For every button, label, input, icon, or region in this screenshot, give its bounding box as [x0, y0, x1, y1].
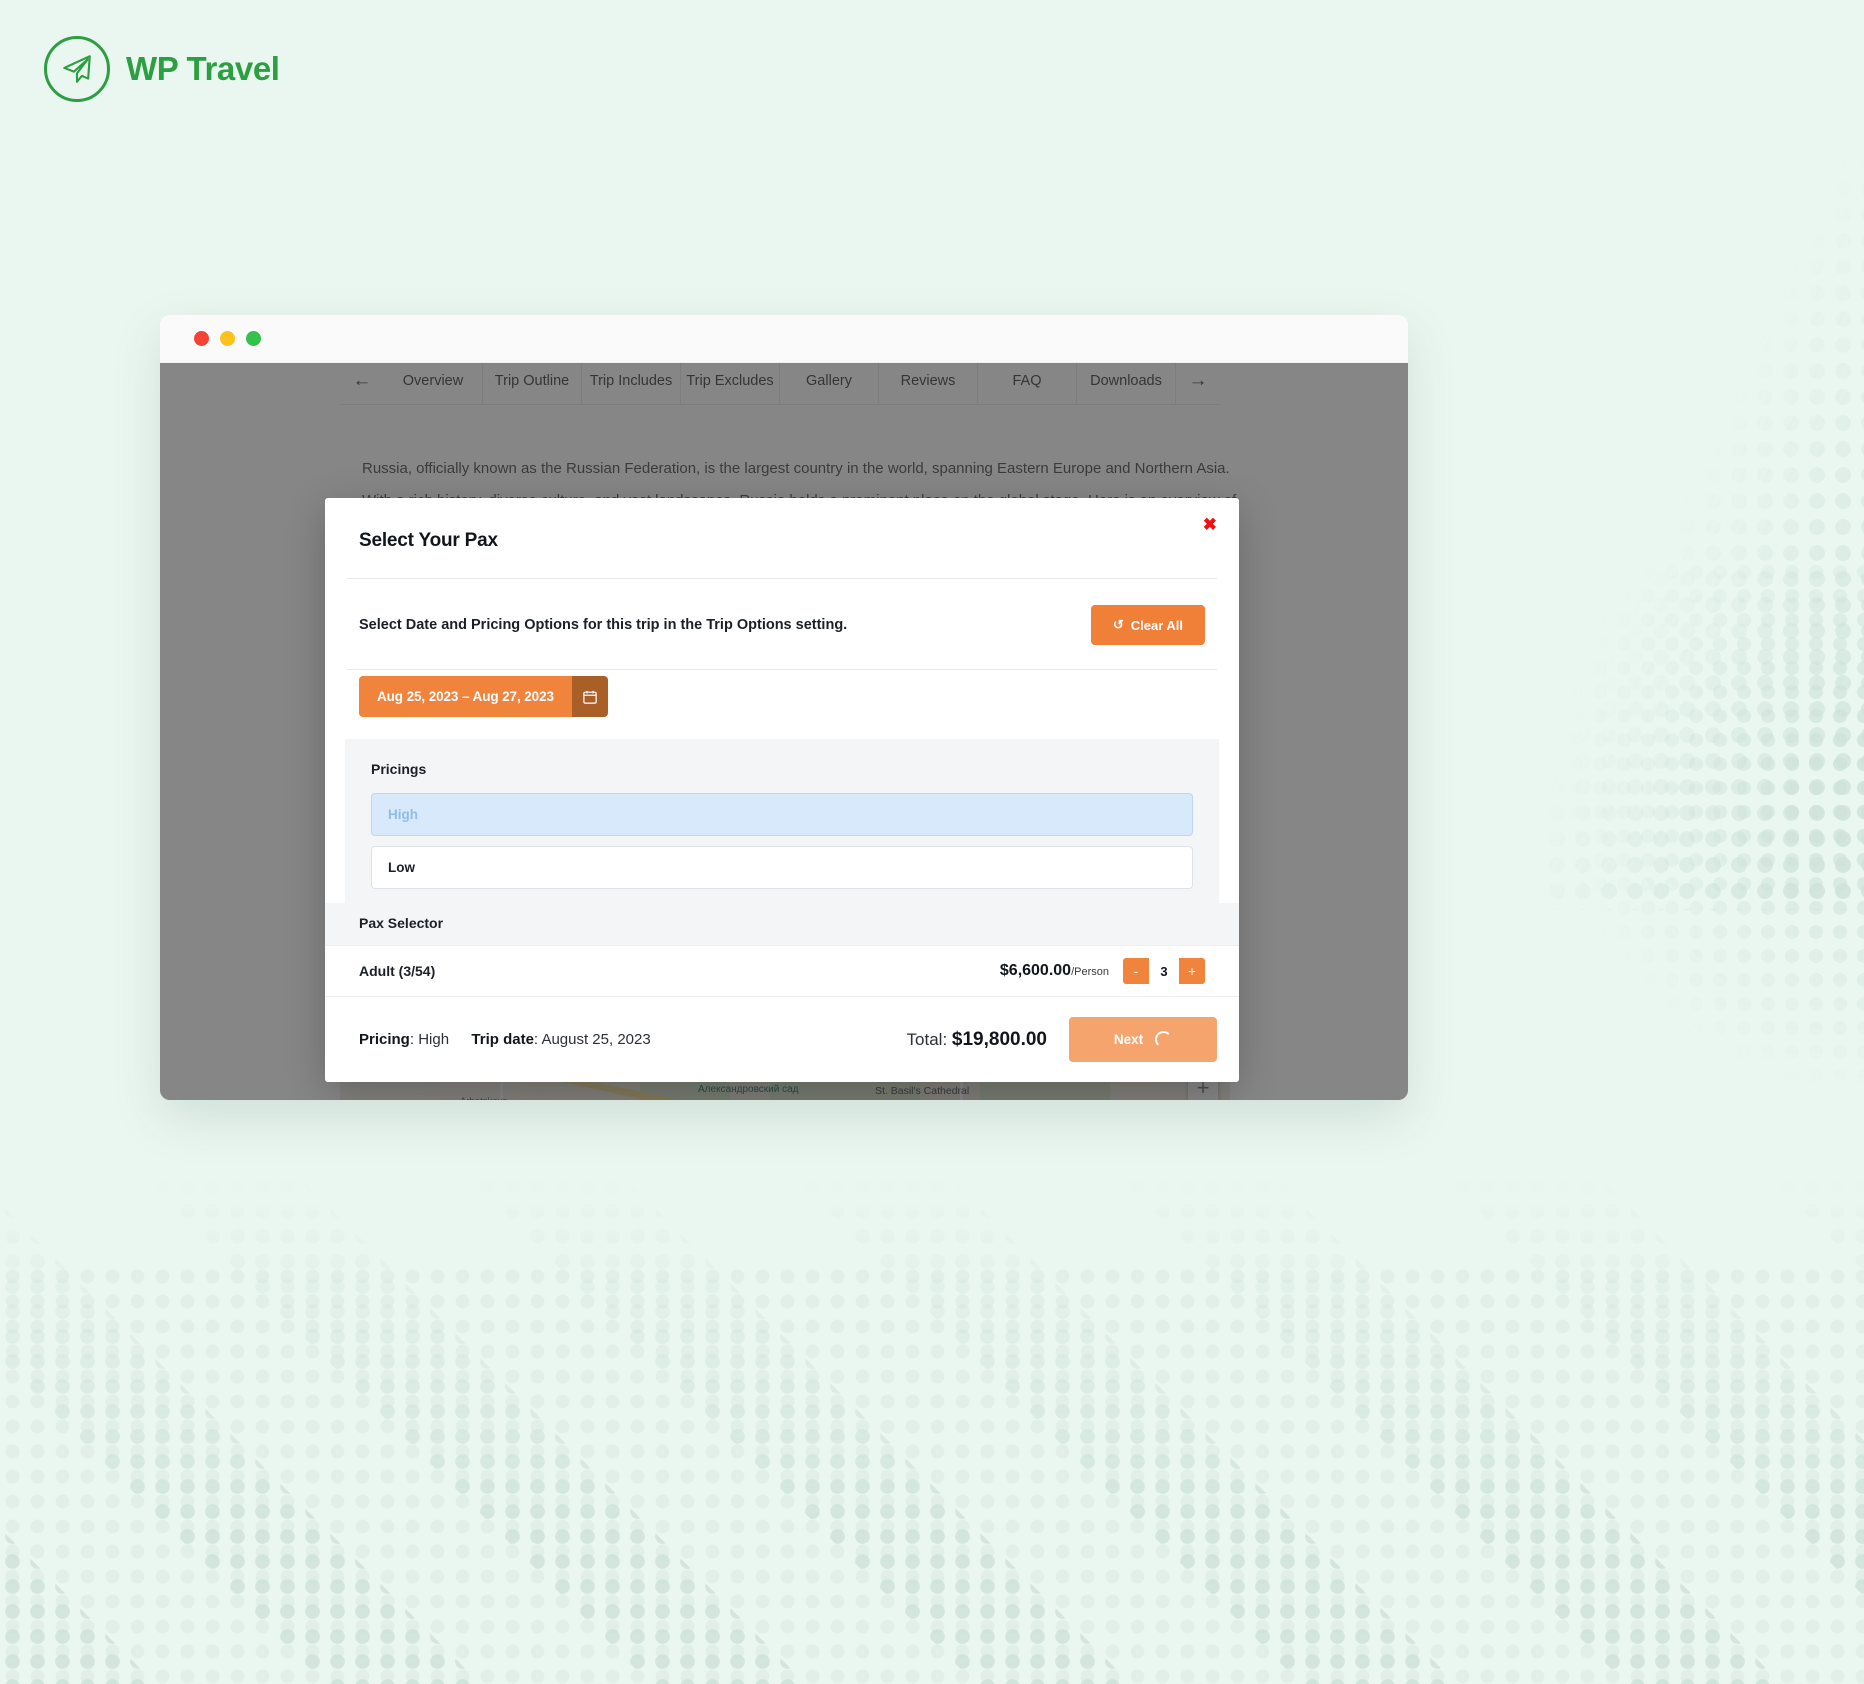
halftone-pattern-right: [1544, 150, 1864, 910]
modal-subtitle: Select Date and Pricing Options for this…: [359, 617, 848, 633]
footer-actions: Total: $19,800.00 Next: [907, 1017, 1217, 1062]
browser-titlebar: [160, 315, 1408, 363]
pax-count-range: (3/54): [398, 963, 436, 979]
window-close-dot[interactable]: [194, 331, 209, 346]
quantity-stepper: - 3 +: [1123, 958, 1205, 984]
modal-footer: Pricing: High Trip date: August 25, 2023…: [325, 997, 1239, 1082]
next-button[interactable]: Next: [1069, 1017, 1217, 1062]
brand-name: WP Travel: [126, 50, 280, 87]
browser-window: ← Overview Trip Outline Trip Includes Tr…: [160, 315, 1408, 1100]
spinner-icon: [1155, 1031, 1173, 1048]
modal-subtitle-row: Select Date and Pricing Options for this…: [325, 579, 1239, 669]
pax-selector-title: Pax Selector: [325, 903, 1239, 945]
halftone-pattern-right-cluster: [1564, 560, 1864, 1100]
total-label: Total:: [906, 1029, 948, 1049]
footer-pricing-label: Pricing: [359, 1031, 410, 1048]
quantity-value[interactable]: 3: [1149, 964, 1179, 979]
pricing-option-high[interactable]: High: [371, 793, 1193, 836]
total-amount: Total: $19,800.00: [907, 1029, 1047, 1051]
pax-row-label: Adult (3/54): [359, 963, 435, 979]
pax-type: Adult: [359, 963, 395, 979]
reset-icon: ↺: [1112, 617, 1124, 632]
window-minimize-dot[interactable]: [220, 331, 235, 346]
pax-row-controls: $6,600.00/Person - 3 +: [1000, 958, 1205, 984]
select-pax-modal: ✖ Select Your Pax Select Date and Pricin…: [325, 498, 1239, 1082]
pax-price: $6,600.00/Person: [1000, 962, 1109, 980]
pricings-panel: Pricings High Low: [345, 739, 1219, 903]
footer-tripdate-label: Trip date: [471, 1031, 534, 1048]
browser-viewport: ← Overview Trip Outline Trip Includes Tr…: [160, 363, 1408, 1100]
paper-plane-icon: [44, 36, 110, 102]
pax-price-value: $6,600.00: [999, 962, 1072, 979]
trip-date-label: Aug 25, 2023 – Aug 27, 2023: [359, 676, 572, 717]
footer-pricing-value: High: [418, 1031, 450, 1048]
brand-logo: WP Travel: [44, 36, 280, 102]
clear-all-button[interactable]: ↺ Clear All: [1090, 605, 1205, 645]
total-value: $19,800.00: [951, 1028, 1047, 1050]
pricing-option-low[interactable]: Low: [371, 846, 1193, 889]
window-maximize-dot[interactable]: [246, 331, 261, 346]
clear-all-label: Clear All: [1130, 617, 1183, 633]
increment-button[interactable]: +: [1179, 958, 1205, 984]
trip-date-button[interactable]: Aug 25, 2023 – Aug 27, 2023: [359, 676, 608, 717]
date-row: Aug 25, 2023 – Aug 27, 2023: [325, 670, 1239, 739]
halftone-pattern-bottom: [0, 1124, 1864, 1684]
pricings-title: Pricings: [371, 761, 427, 777]
footer-tripdate-value: August 25, 2023: [541, 1031, 651, 1048]
page-root: WP Travel ← Overview Trip Outline Trip I…: [0, 0, 1864, 1684]
footer-summary: Pricing: High Trip date: August 25, 2023: [359, 1031, 651, 1048]
close-icon[interactable]: ✖: [1203, 516, 1217, 533]
decrement-button[interactable]: -: [1123, 958, 1149, 984]
next-label: Next: [1113, 1032, 1144, 1047]
table-row: Adult (3/54) $6,600.00/Person - 3 +: [325, 945, 1239, 997]
modal-title: Select Your Pax: [359, 530, 498, 551]
pax-price-unit: /Person: [1071, 966, 1109, 978]
halftone-pattern-bottom-faint: [0, 1264, 1864, 1684]
calendar-icon[interactable]: [571, 676, 608, 717]
